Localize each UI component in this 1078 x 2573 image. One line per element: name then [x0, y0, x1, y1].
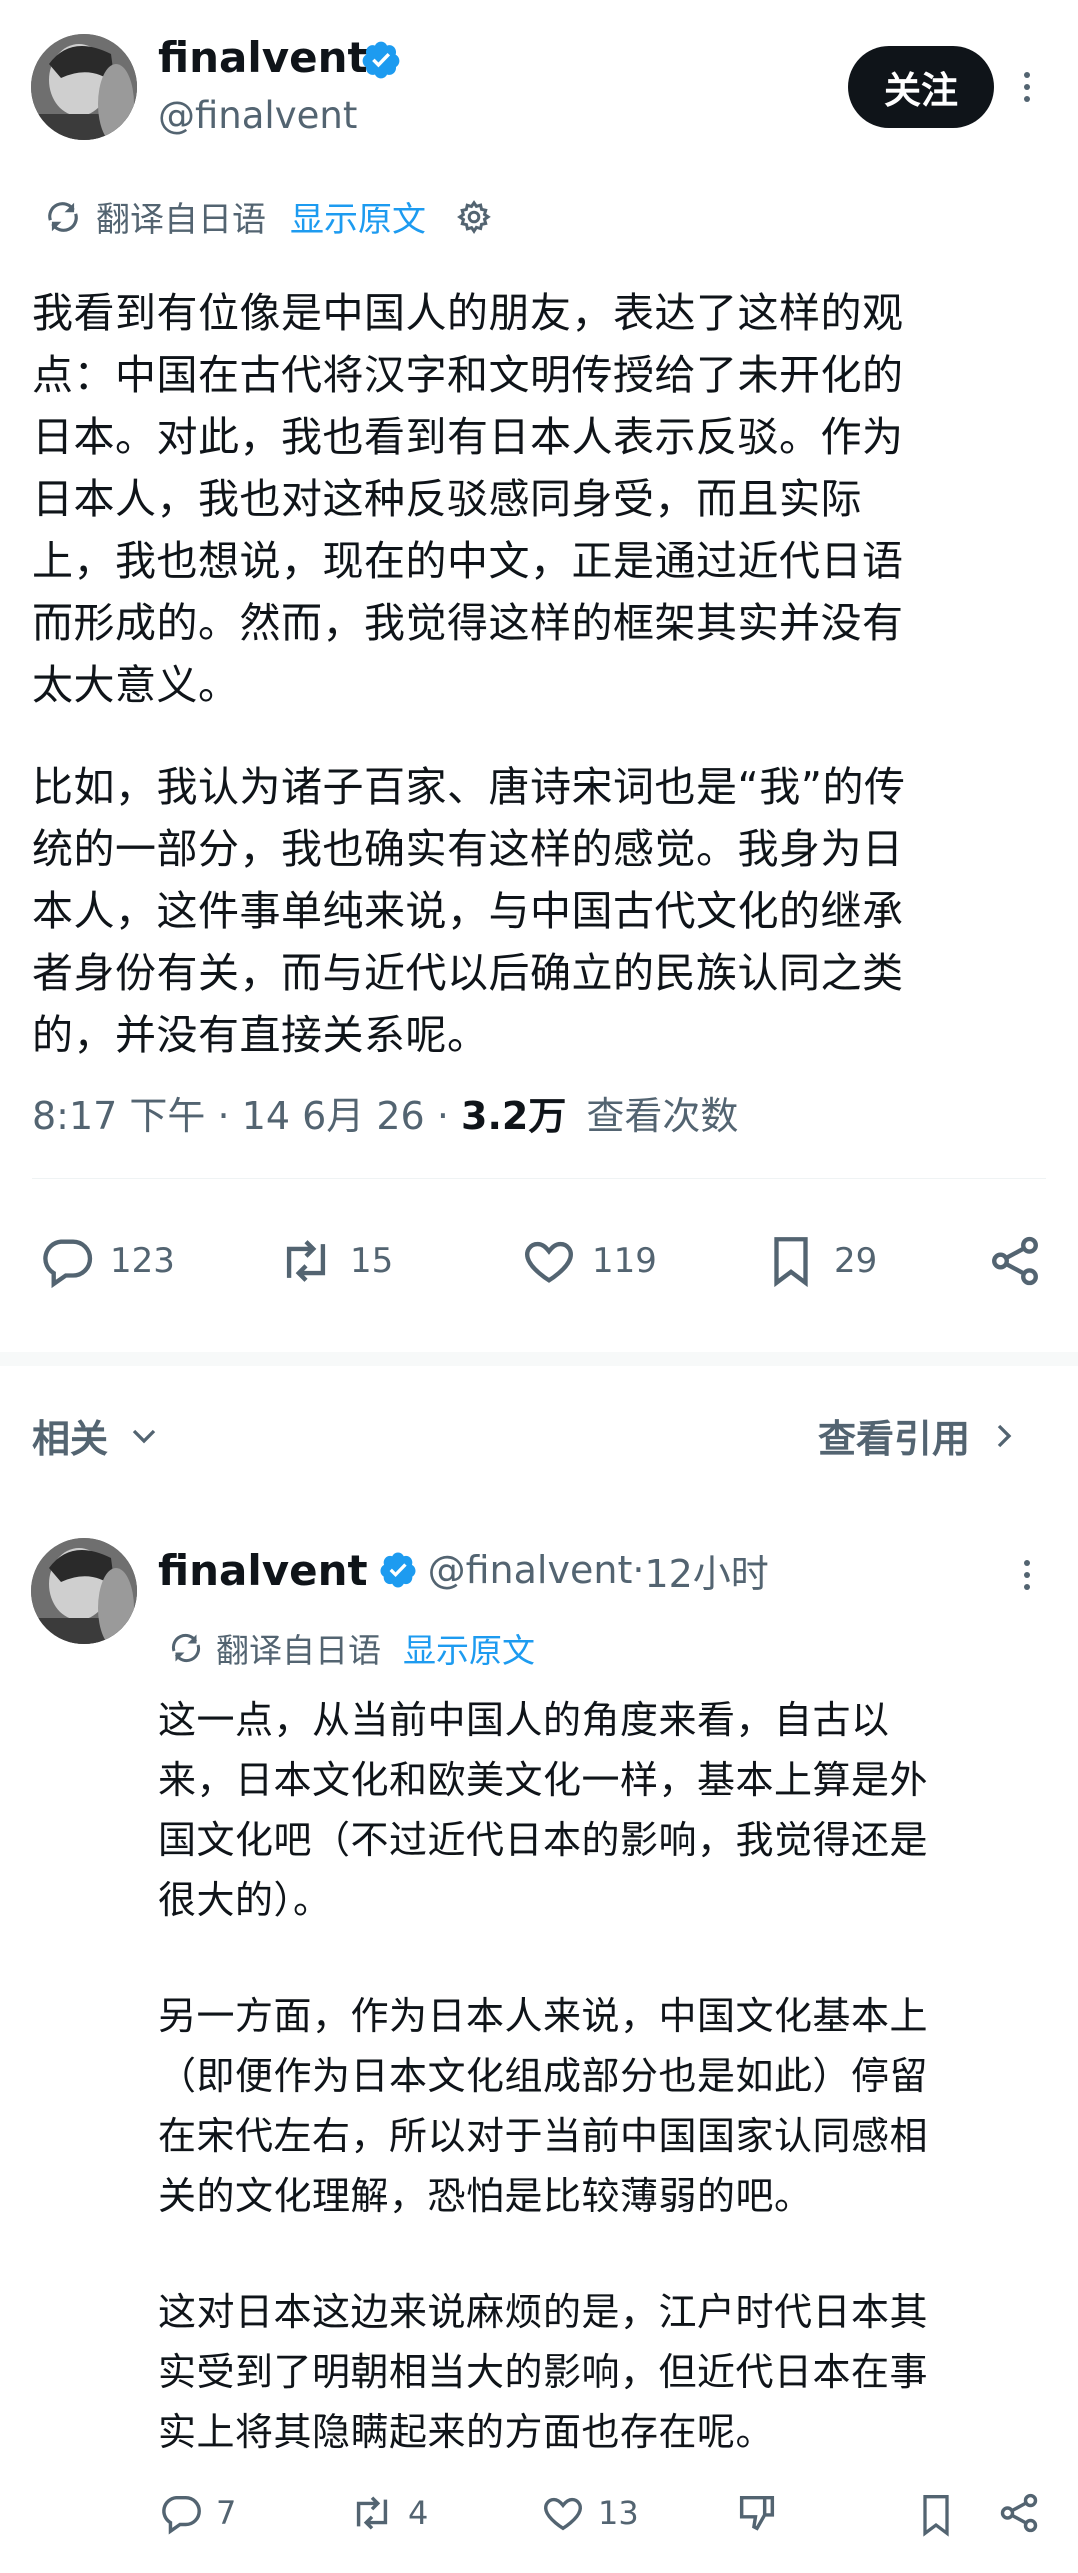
share-button[interactable] — [986, 1232, 1044, 1290]
more-icon[interactable] — [1022, 72, 1032, 102]
dislike-button[interactable] — [734, 2490, 780, 2536]
related-toggle[interactable]: 相关 — [32, 1408, 164, 1463]
bookmark-icon — [774, 1237, 808, 1288]
bookmark-button[interactable]: 29 — [762, 1232, 877, 1290]
chevron-down-icon — [132, 1429, 156, 1443]
retweet-button[interactable]: 15 — [276, 1232, 393, 1290]
like-count: 13 — [598, 2494, 639, 2532]
translated-from-label: 翻译自日语 — [216, 1631, 381, 1670]
reply-author-name[interactable]: finalvent — [158, 1546, 368, 1595]
like-button[interactable]: 13 — [540, 2490, 639, 2536]
meta-separator: · — [436, 1094, 461, 1138]
related-label: 相关 — [32, 1417, 109, 1461]
avatar[interactable] — [31, 34, 137, 140]
like-count: 119 — [592, 1241, 657, 1281]
tweet-body-paragraph: 比如，我认为诸子百家、唐诗宋词也是“我”的传 统的一部分，我也确实有这样的感觉。… — [32, 763, 906, 1059]
bookmark-button[interactable] — [914, 2490, 958, 2540]
retweet-icon — [356, 2496, 388, 2530]
translate-icon — [171, 1633, 201, 1663]
retweet-count: 4 — [408, 2494, 429, 2532]
reply-icon — [162, 2495, 201, 2535]
retweet-icon — [286, 1240, 326, 1282]
verified-icon — [380, 1552, 416, 1588]
reply-button[interactable]: 7 — [158, 2490, 236, 2536]
section-divider — [0, 1352, 1078, 1366]
show-original-link[interactable]: 显示原文 — [403, 1624, 535, 1672]
reply-author-handle[interactable]: @finalvent — [428, 1548, 633, 1592]
share-icon — [1000, 2493, 1038, 2533]
share-button[interactable] — [996, 2490, 1042, 2536]
reply-count: 123 — [110, 1241, 175, 1281]
meta-separator: · — [217, 1094, 242, 1138]
view-quotes-label: 查看引用 — [818, 1417, 971, 1461]
retweet-button[interactable]: 4 — [348, 2490, 428, 2536]
like-icon — [544, 2497, 582, 2531]
views-count: 3.2万 — [461, 1094, 567, 1138]
reply-time[interactable]: 12小时 — [644, 1543, 768, 1598]
reply-body-paragraph: 这对日本这边来说麻烦的是，江户时代日本其 实受到了明朝相当大的影响，但近代日本在… — [158, 2290, 929, 2454]
bookmark-icon — [923, 2495, 949, 2537]
show-original-link[interactable]: 显示原文 — [290, 192, 426, 241]
tweet-body-paragraph: 我看到有位像是中国人的朋友，表达了这样的观 点：中国在古代将汉字和文明传授给了未… — [32, 289, 904, 709]
like-button[interactable]: 119 — [520, 1232, 657, 1290]
reply-header: finalvent @finalvent · 12小时 — [158, 1540, 769, 1600]
verified-icon — [362, 41, 400, 79]
divider — [32, 1178, 1046, 1179]
translate-icon — [48, 201, 78, 232]
author-handle[interactable]: @finalvent — [158, 92, 357, 140]
retweet-count: 15 — [350, 1241, 394, 1281]
reply-count: 7 — [216, 2494, 237, 2532]
meta-separator: · — [632, 1548, 645, 1592]
translation-row: 翻译自日语 显示原文 — [44, 192, 492, 241]
view-quotes-link[interactable]: 查看引用 — [818, 1408, 1024, 1463]
reply-body-paragraph: 另一方面，作为日本人来说，中国文化基本上 （即便作为日本文化组成部分也是如此）停… — [158, 1994, 929, 2218]
author-name[interactable]: finalvent — [158, 30, 368, 86]
dislike-icon — [739, 2495, 775, 2531]
translation-row: 翻译自日语 显示原文 — [168, 1624, 535, 1672]
reply-body-paragraph: 这一点，从当前中国人的角度来看，自古以 来，日本文化和欧美文化一样，基本上算是外… — [158, 1698, 929, 1922]
bookmark-count: 29 — [834, 1241, 878, 1281]
chevron-right-icon — [997, 1424, 1012, 1447]
views-label: 查看次数 — [586, 1094, 739, 1138]
gear-icon[interactable] — [456, 199, 492, 235]
tweet-date[interactable]: 14 6月 26 — [242, 1094, 425, 1138]
reply-icon — [43, 1239, 93, 1289]
more-icon[interactable] — [1022, 1560, 1032, 1590]
like-icon — [525, 1241, 573, 1283]
reply-avatar[interactable] — [31, 1538, 137, 1644]
tweet-time[interactable]: 8:17 下午 — [32, 1094, 205, 1138]
translated-from-label: 翻译自日语 — [96, 200, 266, 240]
tweet-meta: 8:17 下午 · 14 6月 26 · 3.2万 查看次数 — [32, 1088, 738, 1144]
share-icon — [992, 1236, 1038, 1286]
follow-button[interactable]: 关注 — [848, 46, 994, 128]
reply-button[interactable]: 123 — [38, 1232, 175, 1290]
